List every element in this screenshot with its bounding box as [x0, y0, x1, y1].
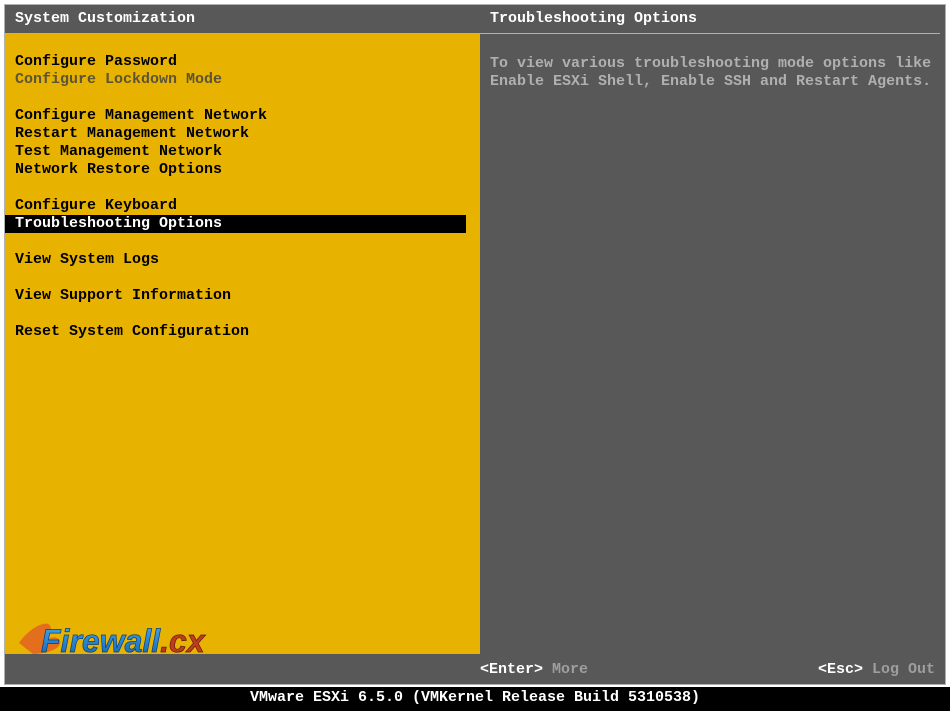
menu-item-network-restore-options[interactable]: Network Restore Options [5, 161, 480, 179]
menu-item-configure-keyboard[interactable]: Configure Keyboard [5, 197, 480, 215]
product-bar: VMware ESXi 6.5.0 (VMKernel Release Buil… [0, 687, 950, 711]
menu-gap [5, 269, 480, 287]
left-panel: System Customization Configure PasswordC… [5, 5, 480, 660]
footer-hint-enter[interactable]: <Enter> More [480, 661, 588, 678]
menu-gap [5, 305, 480, 323]
menu-item-test-management-network[interactable]: Test Management Network [5, 143, 480, 161]
footer-hint-esc[interactable]: <Esc> Log Out [818, 661, 935, 678]
esc-key-label: <Esc> [818, 661, 863, 678]
menu-item-configure-lockdown-mode: Configure Lockdown Mode [5, 71, 480, 89]
esc-action-text: Log Out [872, 661, 935, 678]
enter-key-label: <Enter> [480, 661, 543, 678]
menu-item-configure-management-network[interactable]: Configure Management Network [5, 107, 480, 125]
firewall-cx-logo: Firewall.cx [13, 612, 213, 660]
right-panel: Troubleshooting Options To view various … [480, 5, 945, 660]
menu-gap [5, 233, 480, 251]
title-divider [10, 33, 940, 34]
menu-item-configure-password[interactable]: Configure Password [5, 53, 480, 71]
menu-item-troubleshooting-options[interactable]: Troubleshooting Options [5, 215, 466, 233]
product-version-text: VMware ESXi 6.5.0 (VMKernel Release Buil… [250, 689, 700, 706]
left-panel-title: System Customization [5, 5, 480, 33]
menu-gap [5, 89, 480, 107]
main-frame: System Customization Configure PasswordC… [4, 4, 946, 685]
system-menu: Configure PasswordConfigure Lockdown Mod… [5, 53, 480, 341]
footer-bar: <Enter> More <Esc> Log Out [5, 654, 945, 684]
menu-item-reset-system-configuration[interactable]: Reset System Configuration [5, 323, 480, 341]
right-panel-title: Troubleshooting Options [480, 5, 945, 33]
menu-item-view-system-logs[interactable]: View System Logs [5, 251, 480, 269]
menu-item-view-support-information[interactable]: View Support Information [5, 287, 480, 305]
menu-gap [5, 179, 480, 197]
troubleshooting-description: To view various troubleshooting mode opt… [490, 55, 935, 91]
enter-action-text: More [552, 661, 588, 678]
menu-item-restart-management-network[interactable]: Restart Management Network [5, 125, 480, 143]
